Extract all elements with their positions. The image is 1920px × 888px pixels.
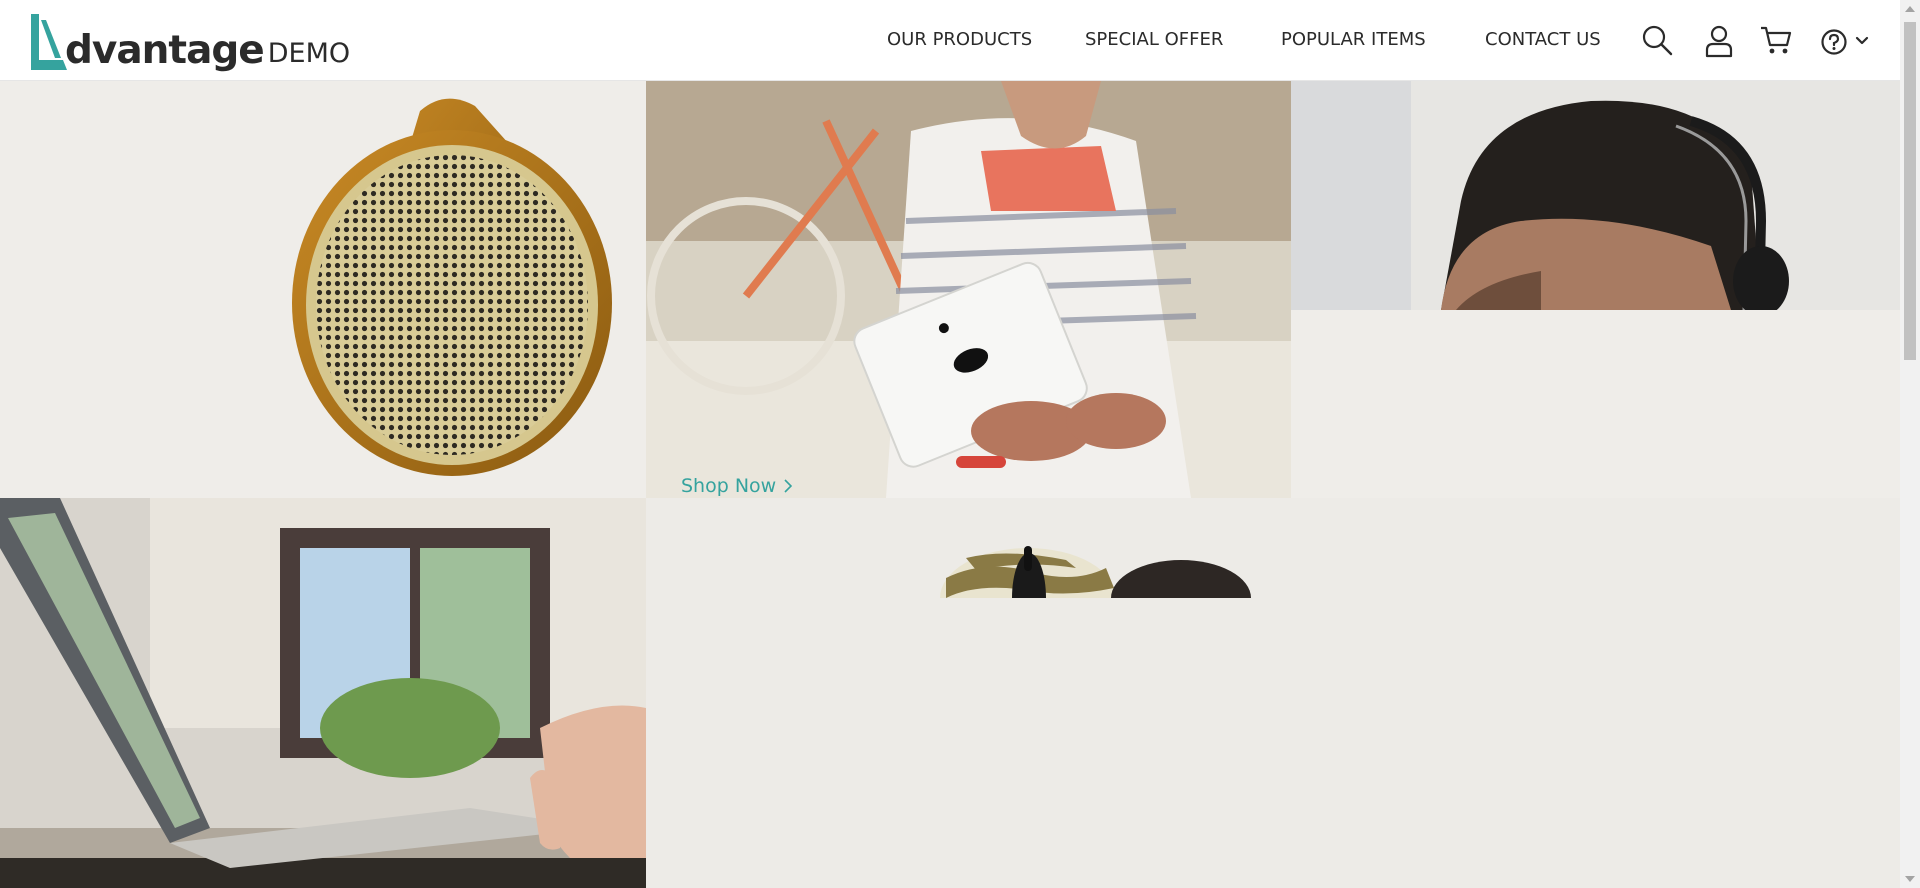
- scroll-up-arrow-icon[interactable]: [1905, 6, 1915, 12]
- nav-special-offer[interactable]: SPECIAL OFFER: [1085, 29, 1223, 50]
- laptop-lifestyle-image: [0, 498, 646, 888]
- shop-now-label: Shop Now: [681, 475, 777, 497]
- scroll-down-arrow-icon[interactable]: [1905, 876, 1915, 882]
- chevron-down-icon[interactable]: [1855, 36, 1869, 46]
- help-icon[interactable]: [1820, 28, 1848, 56]
- site-header: dvantage DEMO OUR PRODUCTS SPECIAL OFFER…: [0, 0, 1900, 81]
- promo-speaker-tile[interactable]: [0, 81, 646, 498]
- mice-image: [940, 546, 1251, 598]
- page-scrollbar[interactable]: [1900, 0, 1920, 888]
- nav-our-products[interactable]: OUR PRODUCTS: [887, 29, 1032, 50]
- headphones-lifestyle-image: [1291, 81, 1900, 310]
- promo-mice-tile[interactable]: [646, 498, 1900, 888]
- promo-headphones-tile[interactable]: [1291, 81, 1900, 310]
- speaker-image: [292, 98, 612, 476]
- logo-a-mark-icon: [31, 14, 67, 70]
- user-icon[interactable]: [1704, 24, 1734, 58]
- site-logo[interactable]: dvantage DEMO: [29, 12, 350, 72]
- shop-now-link[interactable]: Shop Now: [681, 475, 793, 497]
- scrollbar-thumb[interactable]: [1904, 22, 1916, 360]
- promo-tablet-tile[interactable]: Shop Now: [646, 81, 1291, 498]
- nav-popular-items[interactable]: POPULAR ITEMS: [1281, 29, 1426, 50]
- cart-icon[interactable]: [1760, 24, 1792, 56]
- nav-contact-us[interactable]: CONTACT US: [1485, 29, 1601, 50]
- search-icon[interactable]: [1641, 24, 1673, 56]
- chevron-right-icon: [784, 479, 793, 493]
- logo-suffix: DEMO: [267, 38, 351, 69]
- promo-empty-tile: [1291, 310, 1900, 498]
- logo-word: dvantage: [65, 28, 265, 73]
- tablet-lifestyle-image: [646, 81, 1291, 498]
- promo-laptop-tile[interactable]: [0, 498, 646, 888]
